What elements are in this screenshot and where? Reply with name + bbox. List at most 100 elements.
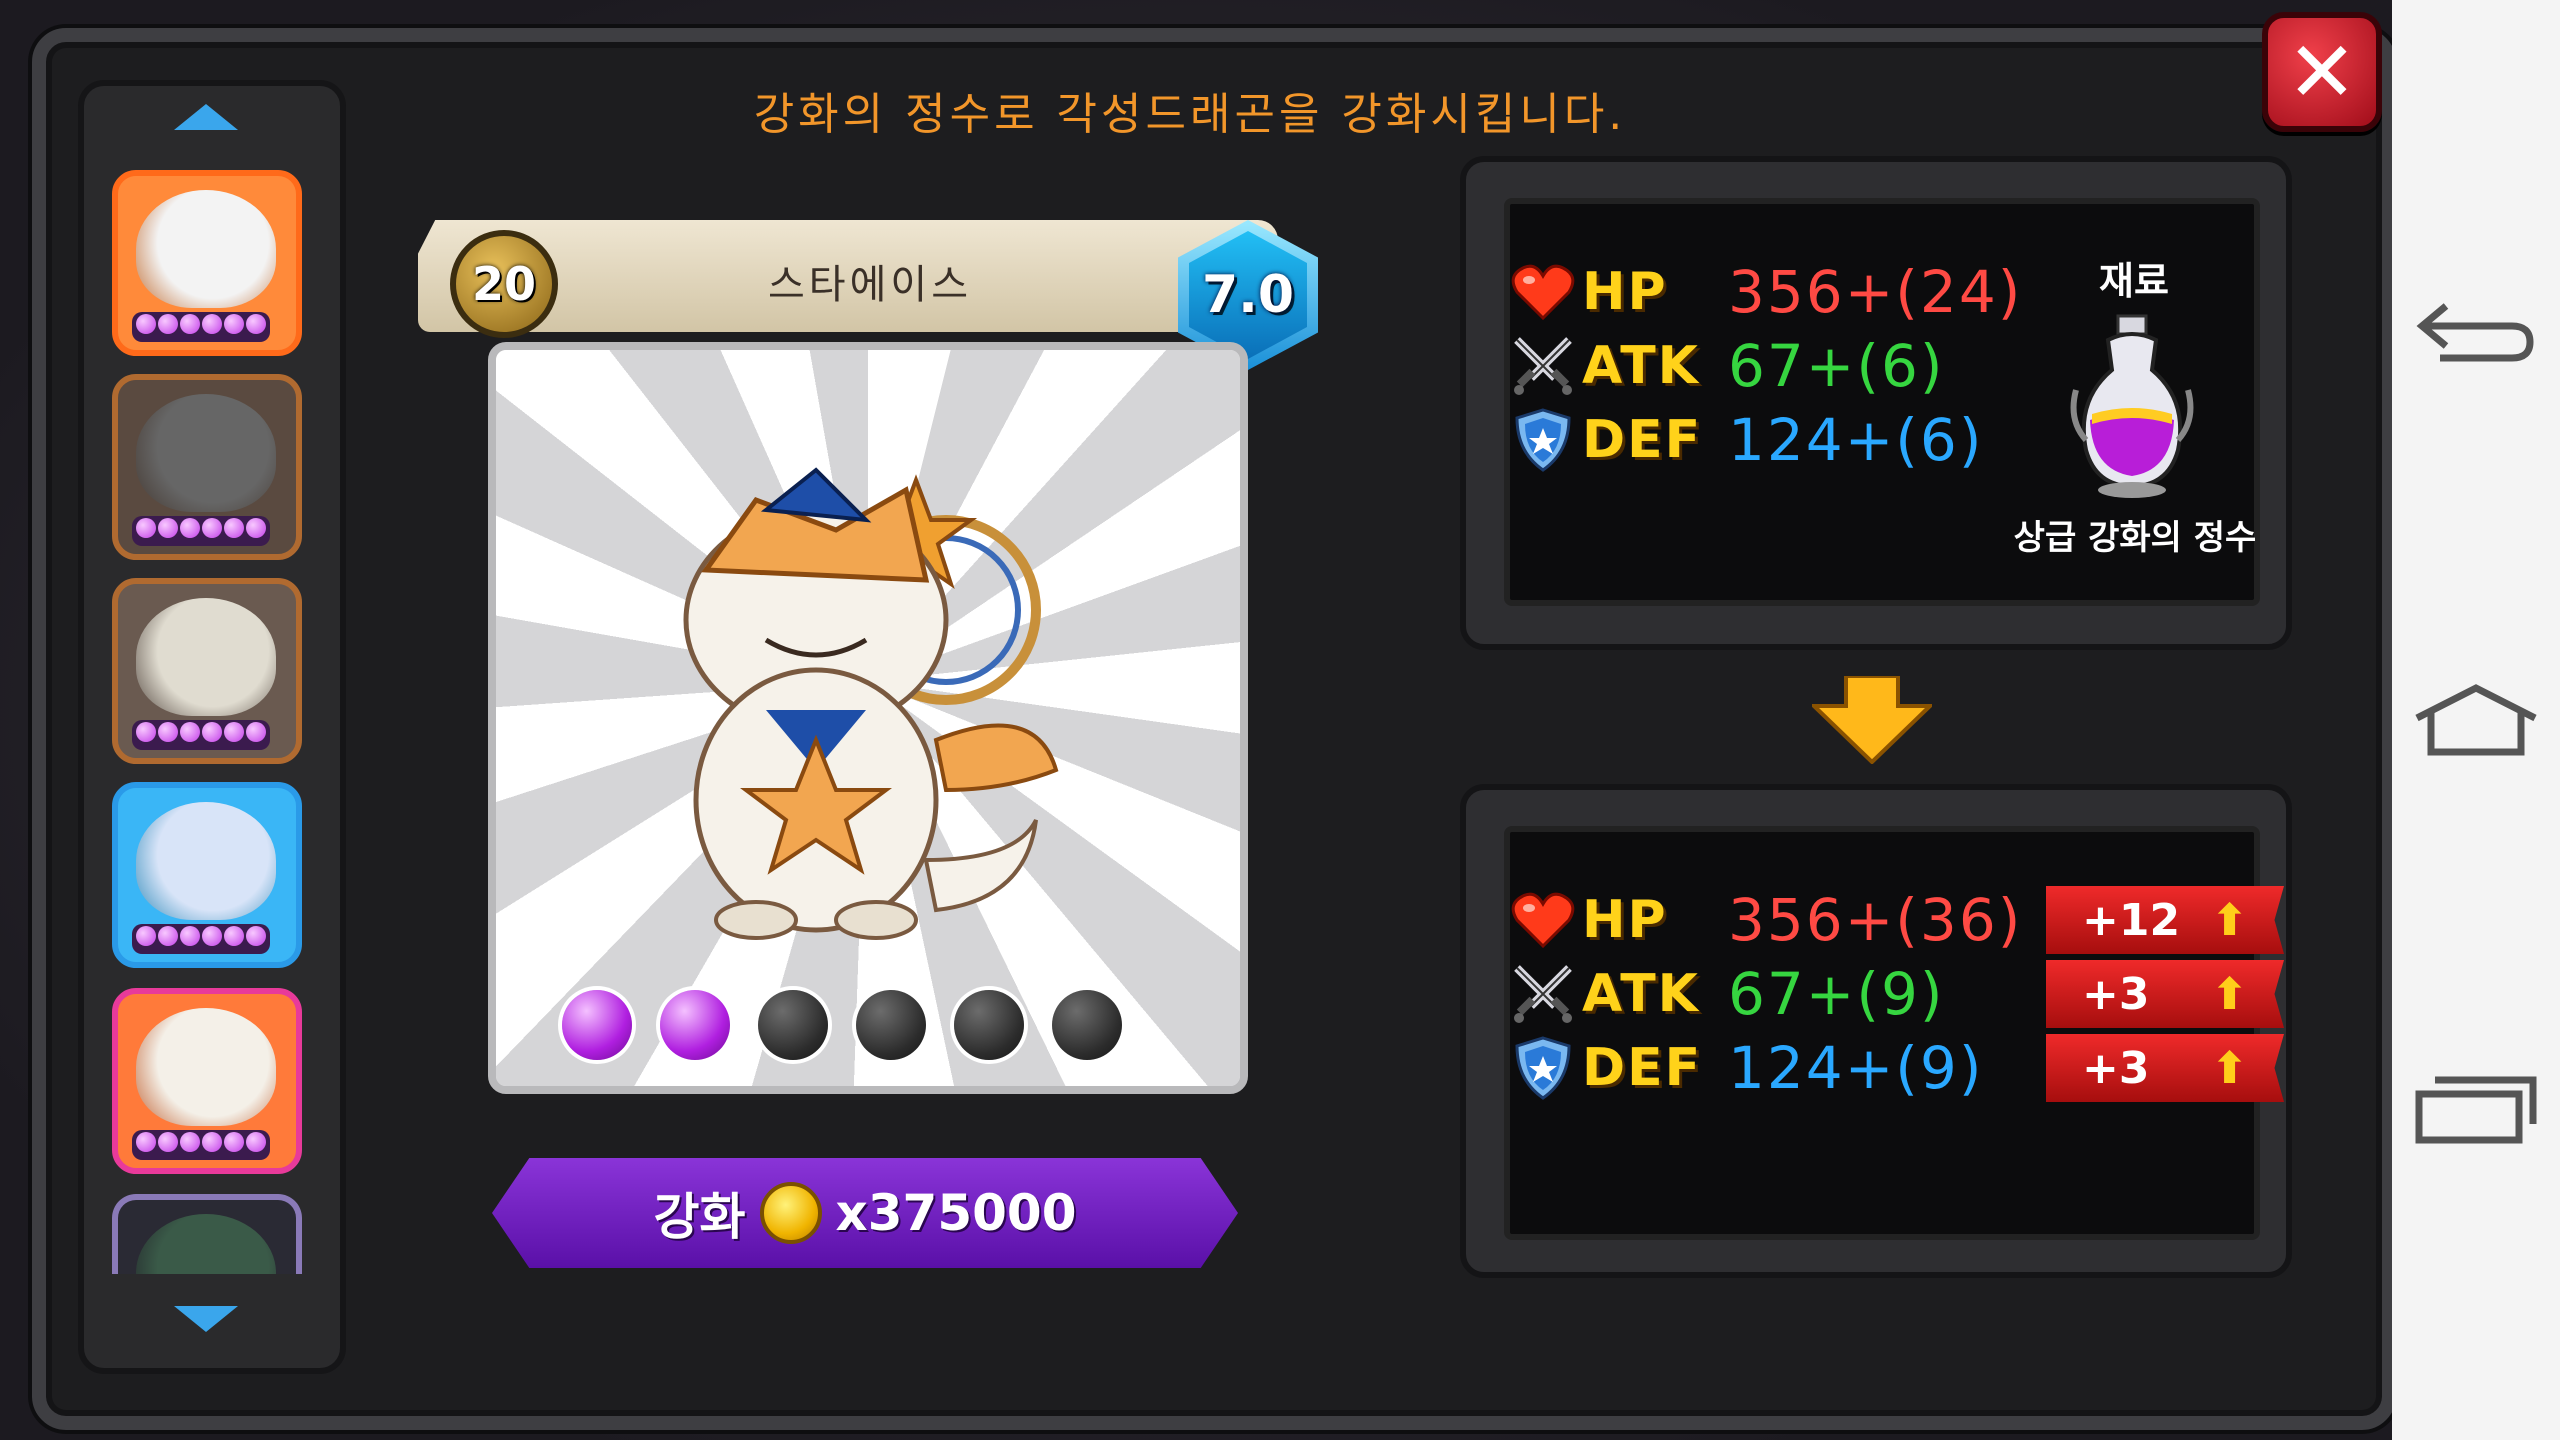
grade-value: 7.0: [1189, 231, 1307, 359]
star-orb-empty-icon: [856, 990, 926, 1060]
stat-value: 356+(36): [1728, 886, 2023, 954]
star-dot-icon: [180, 518, 200, 538]
star-dot-icon: [158, 314, 178, 334]
back-icon: [2416, 303, 2534, 362]
dragon-face-icon: [136, 190, 276, 308]
scroll-down-arrow-icon[interactable]: [174, 1306, 238, 1332]
arrow-up-icon: ⬆: [2211, 894, 2248, 946]
dragon-thumbnail[interactable]: [112, 374, 302, 560]
star-dot-icon: [136, 926, 156, 946]
star-dot-icon: [136, 1132, 156, 1152]
star-dot-icon: [158, 722, 178, 742]
stat-gain-value: +3: [2082, 968, 2150, 1020]
stat-label: HP: [1582, 890, 1668, 950]
panel-title: 강화의 정수로 각성드래곤을 강화시킵니다.: [753, 89, 1627, 140]
star-dot-icon: [180, 926, 200, 946]
arrow-down-icon: [1812, 676, 1932, 764]
shield-icon: [1510, 407, 1576, 473]
star-dot-icon: [246, 1132, 266, 1152]
dragon-thumbnail[interactable]: [112, 578, 302, 764]
gold-coin-icon: [759, 1182, 822, 1244]
material-title: 재료: [2099, 259, 2169, 303]
star-dot-icon: [224, 518, 244, 538]
star-dots: [132, 312, 270, 342]
dragon-face-icon: [136, 1214, 276, 1274]
star-orbs: [562, 990, 1122, 1060]
stat-row-atk: ATK 67+(9): [1510, 954, 1945, 1034]
arrow-up-icon: ⬆: [2211, 968, 2248, 1020]
heart-icon: [1510, 887, 1576, 953]
recent-apps-button[interactable]: [2400, 1050, 2552, 1170]
star-dots: [132, 924, 270, 954]
stat-value: 124+(9): [1728, 1034, 1984, 1102]
dragon-thumbnail[interactable]: [112, 170, 302, 356]
dragon-thumbnail[interactable]: [112, 1194, 302, 1274]
star-dot-icon: [180, 722, 200, 742]
dragon-portrait: [683, 467, 1059, 940]
star-dot-icon: [158, 518, 178, 538]
stat-row-def: DEF 124+(9): [1510, 1028, 1983, 1108]
stat-label: ATK: [1582, 964, 1700, 1024]
star-dot-icon: [224, 314, 244, 334]
crossed-swords-icon: [1510, 961, 1576, 1027]
stat-row-hp: HP 356+(24): [1510, 252, 2022, 332]
star-dot-icon: [180, 1132, 200, 1152]
enhance-button-label: 강화: [653, 1188, 746, 1246]
stat-label: HP: [1582, 262, 1668, 322]
material-name: 상급 강화의 정수: [2013, 518, 2257, 558]
star-dot-icon: [246, 314, 266, 334]
home-icon: [2415, 684, 2537, 756]
star-orb-filled-icon: [562, 990, 632, 1060]
star-dot-icon: [202, 518, 222, 538]
star-orb-empty-icon: [1052, 990, 1122, 1060]
dragon-card: [488, 342, 1248, 1094]
star-dot-icon: [158, 1132, 178, 1152]
dragon-thumbnail[interactable]: [112, 782, 302, 968]
star-dot-icon: [224, 926, 244, 946]
dragon-face-icon: [136, 394, 276, 512]
star-orb-empty-icon: [758, 990, 828, 1060]
stat-label: DEF: [1582, 410, 1703, 470]
close-icon: ✕: [2286, 23, 2358, 121]
scroll-up-arrow-icon[interactable]: [174, 104, 238, 130]
dragon-face-icon: [136, 1008, 276, 1126]
home-button[interactable]: [2400, 660, 2552, 780]
stat-gain-value: +12: [2082, 894, 2181, 946]
arrow-up-icon: ⬆: [2211, 1042, 2248, 1094]
star-orb-empty-icon: [954, 990, 1024, 1060]
star-dot-icon: [202, 722, 222, 742]
close-button[interactable]: ✕: [2262, 12, 2382, 132]
recent-apps-icon: [2415, 1076, 2537, 1144]
heart-icon: [1510, 259, 1576, 325]
stat-gain-badge: +3 ⬆: [2046, 1034, 2284, 1102]
star-dot-icon: [180, 314, 200, 334]
star-dot-icon: [246, 926, 266, 946]
star-dot-icon: [246, 722, 266, 742]
stat-value: 67+(6): [1728, 332, 1945, 400]
star-dot-icon: [136, 722, 156, 742]
stat-gain-value: +3: [2082, 1042, 2150, 1094]
shield-icon: [1510, 1035, 1576, 1101]
star-orb-filled-icon: [660, 990, 730, 1060]
dragon-thumbnail[interactable]: [112, 988, 302, 1174]
star-dot-icon: [136, 314, 156, 334]
stat-value: 67+(9): [1728, 960, 1945, 1028]
star-dots: [132, 1130, 270, 1160]
star-dot-icon: [136, 518, 156, 538]
star-dot-icon: [202, 314, 222, 334]
dragon-face-icon: [136, 802, 276, 920]
star-dot-icon: [224, 1132, 244, 1152]
star-dot-icon: [202, 926, 222, 946]
stat-label: ATK: [1582, 336, 1700, 396]
stat-row-atk: ATK 67+(6): [1510, 326, 1945, 406]
enhance-cost: x375000: [835, 1184, 1077, 1242]
star-dot-icon: [202, 1132, 222, 1152]
dragon-name: 스타에이스: [768, 262, 972, 308]
dragon-face-icon: [136, 598, 276, 716]
stat-gain-badge: +12 ⬆: [2046, 886, 2284, 954]
enhance-button[interactable]: 강화 x375000: [492, 1158, 1238, 1268]
stat-row-def: DEF 124+(6): [1510, 400, 1983, 480]
stat-value: 356+(24): [1728, 258, 2023, 326]
stat-value: 124+(6): [1728, 406, 1984, 474]
back-button[interactable]: [2400, 272, 2552, 392]
